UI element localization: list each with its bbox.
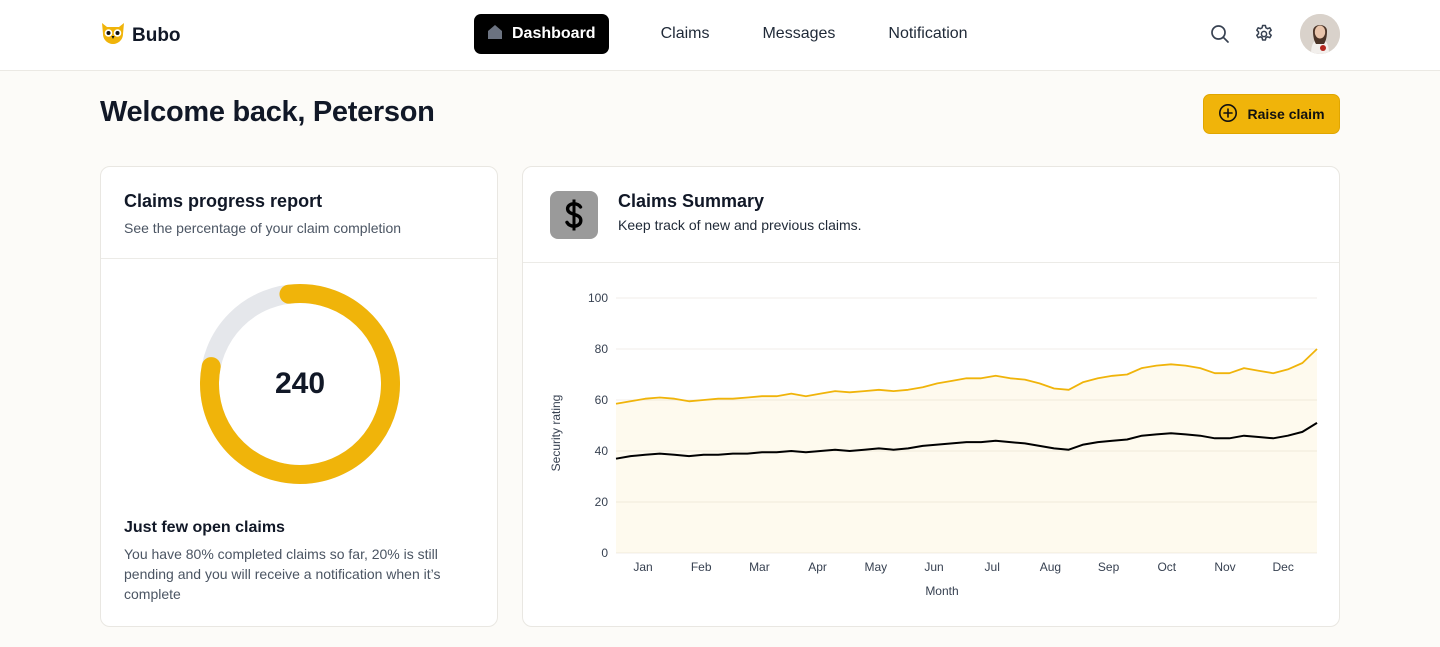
- progress-card-text: You have 80% completed claims so far, 20…: [124, 546, 441, 602]
- y-tick-label: 100: [588, 291, 608, 305]
- x-tick-label: Aug: [1040, 560, 1061, 574]
- area-fill: [616, 349, 1317, 553]
- brand[interactable]: Bubo: [100, 21, 181, 50]
- claims-summary-chart: 0 20 40 60 80 100 Jan Feb Mar Apr May Jun Jul Aug Sep O…: [549, 291, 1318, 598]
- x-tick-label: Mar: [749, 560, 770, 574]
- search-icon[interactable]: [1209, 23, 1231, 45]
- home-icon: [486, 23, 504, 46]
- nav-messages[interactable]: Messages: [762, 25, 835, 43]
- y-tick-label: 20: [595, 495, 609, 509]
- x-tick-label: Oct: [1157, 560, 1176, 574]
- y-tick-label: 0: [601, 546, 608, 560]
- summary-card-subtitle: Keep track of new and previous claims.: [618, 217, 862, 233]
- progress-card-subtitle: See the percentage of your claim complet…: [124, 220, 402, 236]
- raise-claim-button[interactable]: Raise claim: [1203, 94, 1340, 134]
- y-tick-label: 40: [595, 444, 609, 458]
- raise-claim-label: Raise claim: [1247, 106, 1325, 122]
- y-axis-title: Security rating: [549, 395, 563, 472]
- claims-summary-card: Claims Summary Keep track of new and pre…: [522, 166, 1340, 627]
- owl-logo-icon: [100, 21, 126, 50]
- gear-icon[interactable]: [1253, 23, 1275, 45]
- progress-value: 240: [274, 367, 326, 400]
- top-navbar: Bubo Dashboard Claims Messages Notificat…: [0, 0, 1440, 71]
- x-tick-label: Feb: [691, 560, 712, 574]
- x-tick-label: Dec: [1273, 560, 1294, 574]
- user-avatar[interactable]: [1300, 14, 1340, 54]
- nav-notification[interactable]: Notification: [888, 25, 967, 43]
- y-tick-label: 60: [595, 393, 609, 407]
- nav-dashboard-label: Dashboard: [512, 25, 596, 42]
- plus-circle-icon: [1218, 103, 1238, 126]
- y-tick-label: 80: [595, 342, 609, 356]
- x-tick-label: Sep: [1098, 560, 1120, 574]
- summary-card-title: Claims Summary: [618, 191, 765, 211]
- x-axis-title: Month: [925, 584, 958, 598]
- x-tick-label: Nov: [1214, 560, 1235, 574]
- progress-card-title: Claims progress report: [124, 191, 323, 211]
- x-tick-label: May: [864, 560, 887, 574]
- x-tick-label: Jan: [633, 560, 652, 574]
- progress-card-heading: Just few open claims: [124, 519, 285, 536]
- dollar-icon: [550, 191, 598, 239]
- welcome-heading: Welcome back, Peterson: [100, 96, 435, 128]
- x-tick-label: Jul: [985, 560, 1000, 574]
- nav-claims[interactable]: Claims: [661, 25, 710, 43]
- x-tick-label: Apr: [808, 560, 827, 574]
- progress-card-divider: [101, 258, 497, 259]
- main-nav: Dashboard Claims Messages Notification: [474, 14, 968, 54]
- claims-progress-card: Claims progress report See the percentag…: [100, 166, 498, 627]
- brand-name: Bubo: [132, 24, 181, 46]
- nav-dashboard[interactable]: Dashboard: [474, 14, 609, 54]
- x-tick-label: Jun: [924, 560, 943, 574]
